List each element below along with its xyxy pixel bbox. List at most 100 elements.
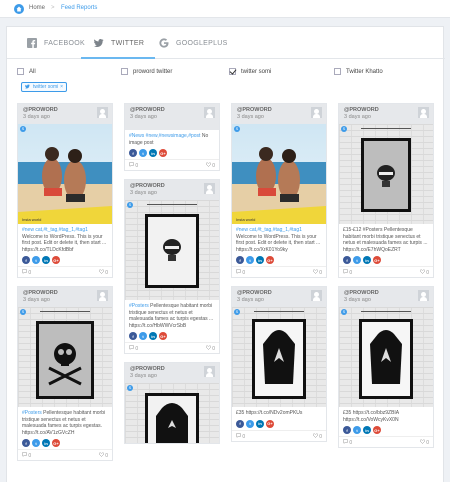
account-filters: All proword twitter twitter somi Twitter…: [7, 68, 445, 78]
like-count[interactable]: 0: [205, 345, 215, 352]
share-googleplus-icon[interactable]: G+: [373, 426, 381, 434]
share-twitter-icon[interactable]: t: [32, 439, 40, 447]
share-twitter-icon[interactable]: t: [139, 149, 147, 157]
filter-all[interactable]: All: [17, 68, 36, 75]
like-count[interactable]: 0: [312, 432, 322, 440]
comment-count[interactable]: 0: [343, 439, 352, 446]
filter-all-checkbox[interactable]: [17, 68, 24, 75]
remove-filter-icon[interactable]: ×: [60, 84, 63, 90]
breadcrumb-home[interactable]: Home: [29, 5, 45, 11]
filter-proword-twitter-checkbox[interactable]: [121, 68, 128, 75]
filter-proword-twitter[interactable]: proword twitter: [121, 68, 172, 75]
like-count[interactable]: 0: [98, 452, 108, 459]
post-image[interactable]: S Insta world: [18, 124, 112, 224]
comment-count[interactable]: 0: [236, 269, 245, 276]
post-author[interactable]: @PROWORD: [344, 107, 379, 113]
post-author[interactable]: @PROWORD: [344, 290, 379, 296]
share-googleplus-icon[interactable]: G+: [373, 256, 381, 264]
post-hashtags[interactable]: #Posters: [22, 410, 42, 416]
comment-icon: [236, 432, 241, 438]
share-linkedin-icon[interactable]: in: [149, 332, 157, 340]
share-twitter-icon[interactable]: t: [32, 256, 40, 264]
share-googleplus-icon[interactable]: G+: [159, 149, 167, 157]
active-filter-chip[interactable]: twitter somi ×: [21, 82, 67, 92]
share-googleplus-icon[interactable]: G+: [52, 439, 60, 447]
post-image[interactable]: S: [339, 307, 433, 407]
heart-icon: [312, 432, 318, 438]
share-twitter-icon[interactable]: t: [353, 426, 361, 434]
like-count[interactable]: 0: [205, 162, 215, 169]
share-buttons: f t in G+: [232, 419, 326, 430]
share-googleplus-icon[interactable]: G+: [266, 419, 274, 428]
post-hashtags[interactable]: #new cat,#t_tag,#tag_1,#tag1: [22, 227, 88, 233]
share-linkedin-icon[interactable]: in: [256, 419, 264, 428]
share-linkedin-icon[interactable]: in: [42, 256, 50, 264]
filter-twitter-somi[interactable]: twitter somi: [229, 68, 271, 75]
share-googleplus-icon[interactable]: G+: [159, 332, 167, 340]
share-twitter-icon[interactable]: t: [246, 419, 254, 428]
post-image[interactable]: S: [339, 124, 433, 224]
share-linkedin-icon[interactable]: in: [149, 149, 157, 157]
share-googleplus-icon[interactable]: G+: [52, 256, 60, 264]
post-caption: #new cat,#t_tag,#tag_1,#tag1 Welcome to …: [18, 224, 112, 255]
post-author[interactable]: @PROWORD: [23, 290, 58, 296]
filter-twitter-khatto-checkbox[interactable]: [334, 68, 341, 75]
post-image[interactable]: S: [125, 200, 219, 300]
share-linkedin-icon[interactable]: in: [42, 439, 50, 447]
share-twitter-icon[interactable]: t: [139, 332, 147, 340]
comment-count-value: 0: [28, 270, 32, 276]
share-buttons: f t in G+: [18, 255, 112, 266]
filter-twitter-somi-checkbox[interactable]: [229, 68, 236, 75]
post-author[interactable]: @PROWORD: [23, 107, 58, 113]
like-count[interactable]: 0: [98, 269, 108, 276]
share-facebook-icon[interactable]: f: [22, 256, 30, 264]
tab-googleplus[interactable]: GOOGLEPLUS: [159, 27, 228, 59]
share-facebook-icon[interactable]: f: [236, 419, 244, 428]
filter-twitter-khatto[interactable]: Twitter Khatto: [334, 68, 383, 75]
tab-facebook[interactable]: FACEBOOK: [27, 27, 85, 59]
post-caption: #Posters Pellentesque habitant morbi tri…: [18, 407, 112, 438]
post-image[interactable]: S: [125, 383, 219, 443]
share-facebook-icon[interactable]: f: [129, 332, 137, 340]
post-hashtags[interactable]: #new cat,#t_tag,#tag_1,#tag1: [236, 227, 302, 233]
post-author[interactable]: @PROWORD: [130, 366, 165, 372]
share-twitter-icon[interactable]: t: [246, 256, 254, 264]
share-twitter-icon[interactable]: t: [353, 256, 361, 264]
share-linkedin-icon[interactable]: in: [363, 256, 371, 264]
post-image[interactable]: S: [232, 307, 326, 407]
post-image[interactable]: S: [18, 307, 112, 407]
comment-count[interactable]: 0: [22, 269, 31, 276]
post-author[interactable]: @PROWORD: [237, 290, 272, 296]
share-googleplus-icon[interactable]: G+: [266, 256, 274, 264]
post-author[interactable]: @PROWORD: [237, 107, 272, 113]
share-linkedin-icon[interactable]: in: [256, 256, 264, 264]
filter-twitter-khatto-label: Twitter Khatto: [346, 68, 383, 75]
comment-count[interactable]: 0: [236, 432, 245, 440]
like-count-value: 0: [426, 440, 429, 446]
like-count-value: 0: [212, 163, 215, 169]
share-linkedin-icon[interactable]: in: [363, 426, 371, 434]
home-icon[interactable]: [14, 4, 24, 14]
share-facebook-icon[interactable]: f: [129, 149, 137, 157]
post-time: 3 days ago: [237, 297, 264, 303]
tab-twitter[interactable]: TWITTER: [94, 27, 144, 59]
hoodie-poster-image: [148, 396, 196, 443]
post-card: @PROWORD 3 days ago S: [338, 103, 434, 278]
post-author[interactable]: @PROWORD: [130, 183, 165, 189]
share-facebook-icon[interactable]: f: [343, 256, 351, 264]
comment-count[interactable]: 0: [22, 452, 31, 459]
comment-count[interactable]: 0: [129, 162, 138, 169]
post-hashtags[interactable]: #Posters: [129, 303, 149, 309]
comment-count[interactable]: 0: [129, 345, 138, 352]
comment-count[interactable]: 0: [343, 269, 352, 276]
share-facebook-icon[interactable]: f: [22, 439, 30, 447]
share-facebook-icon[interactable]: f: [343, 426, 351, 434]
like-count[interactable]: 0: [312, 269, 322, 276]
post-header: @PROWORD 3 days ago: [232, 104, 326, 124]
share-facebook-icon[interactable]: f: [236, 256, 244, 264]
post-image[interactable]: S Insta world: [232, 124, 326, 224]
post-author[interactable]: @PROWORD: [130, 107, 165, 113]
like-count[interactable]: 0: [419, 269, 429, 276]
like-count[interactable]: 0: [419, 439, 429, 446]
post-hashtags[interactable]: #News #new,#newsimage,#post: [129, 133, 200, 139]
